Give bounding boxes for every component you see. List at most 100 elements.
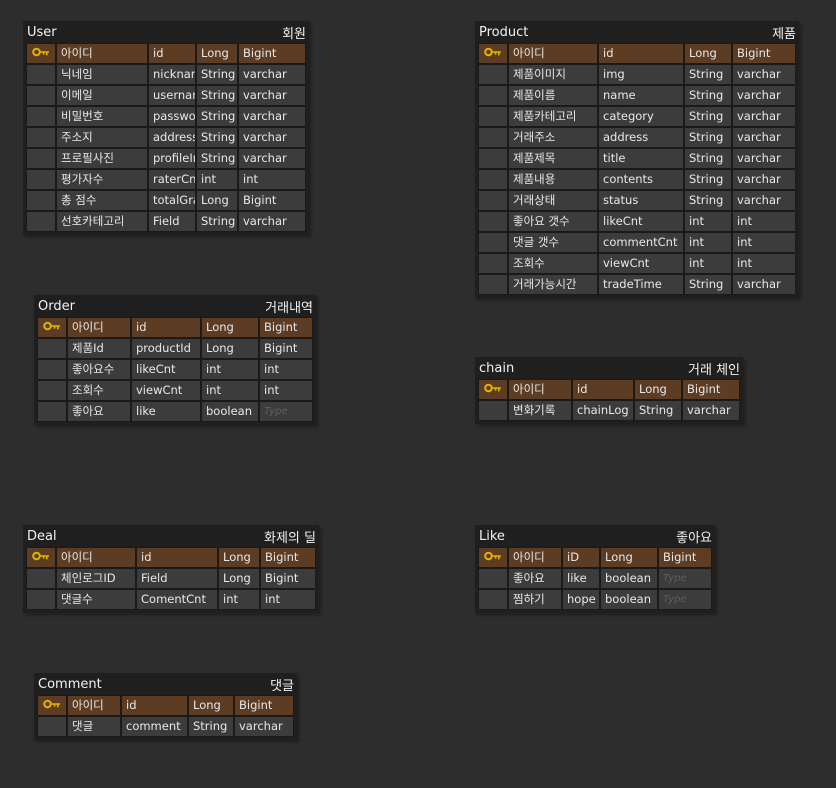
column-row[interactable]: 아이디 id Long Bigint <box>26 43 306 64</box>
table-product[interactable]: Product 제품 아이디 id Long Bigint 제품이미지 img String va… <box>475 21 799 298</box>
primary-key-icon-cell <box>478 379 508 400</box>
db-type: varchar <box>238 106 306 127</box>
column-row[interactable]: 제품제목 title String varchar <box>478 148 796 169</box>
table-label: 거래내역 <box>265 300 313 316</box>
column-row[interactable]: 평가자수raterCntintint <box>26 169 306 190</box>
key-cell <box>478 400 508 421</box>
column-row[interactable]: 제품카테고리 category String varchar <box>478 106 796 127</box>
column-row[interactable]: 아이디 id Long Bigint <box>37 695 294 716</box>
column-row[interactable]: 제품이름 name String varchar <box>478 85 796 106</box>
column-list: 아이디 id Long Bigint 변화기록 chainLog String varchar <box>475 379 743 424</box>
logical-name: 아이디 <box>56 43 148 64</box>
key-icon <box>484 548 502 567</box>
logical-name: 제품제목 <box>508 148 598 169</box>
column-row[interactable]: 이메일usernameStringvarchar <box>26 85 306 106</box>
table-header[interactable]: chain 거래 체인 <box>475 357 743 379</box>
primary-key-icon-cell <box>26 43 56 64</box>
column-row[interactable]: 거래상태 status String varchar <box>478 190 796 211</box>
logical-name: 제품카테고리 <box>508 106 598 127</box>
column-row[interactable]: 거래주소 address String varchar <box>478 127 796 148</box>
column-row[interactable]: 좋아요수 likeCnt int int <box>37 359 313 380</box>
db-type: varchar <box>238 148 306 169</box>
key-cell <box>478 190 508 211</box>
column-row[interactable]: 총 점수totalGradeLongBigint <box>26 190 306 211</box>
column-row[interactable]: 주소지 address String varchar <box>26 127 306 148</box>
field-name: img <box>598 64 684 85</box>
column-row[interactable]: 선호카테고리 Field String varchar <box>26 211 306 232</box>
key-cell <box>37 716 67 737</box>
logical-name: 제품이름 <box>508 85 598 106</box>
logical-name: 아이디 <box>508 43 598 64</box>
table-header[interactable]: User 회원 <box>23 21 309 43</box>
column-row[interactable]: 좋아요 갯수 likeCnt int int <box>478 211 796 232</box>
column-list: 아이디 id Long Bigint 댓글 comment String varchar <box>34 695 297 740</box>
column-row[interactable]: 조회수 viewCnt int int <box>37 380 313 401</box>
column-row[interactable]: 찜하기 hope boolean Type <box>478 589 712 610</box>
field-name: address <box>148 127 196 148</box>
column-row[interactable]: 댓글 갯수 commentCnt int int <box>478 232 796 253</box>
field-name: hope <box>562 589 600 610</box>
db-type: varchar <box>732 169 796 190</box>
column-row[interactable]: 거래가능시간 tradeTime String varchar <box>478 274 796 295</box>
db-type: varchar <box>732 106 796 127</box>
column-row[interactable]: 닉네임nicknameStringvarchar <box>26 64 306 85</box>
logical-name: 총 점수 <box>56 190 148 211</box>
field-name: category <box>598 106 684 127</box>
column-row[interactable]: 제품Id productId Long Bigint <box>37 338 313 359</box>
table-chain[interactable]: chain 거래 체인 아이디 id Long Bigint 변화기록 chainLog Str… <box>475 357 743 424</box>
column-row[interactable]: 제품내용 contents String varchar <box>478 169 796 190</box>
column-row[interactable]: 댓글수 ComentCnt int int <box>26 589 316 610</box>
field-name: likeCnt <box>131 359 201 380</box>
java-type: Long <box>201 317 259 338</box>
key-icon <box>32 548 50 567</box>
table-like[interactable]: Like 좋아요 아이디 iD Long Bigint 좋아요 like boolean Type… <box>475 525 715 613</box>
table-header[interactable]: Comment 댓글 <box>34 673 297 695</box>
key-icon <box>484 44 502 63</box>
db-type: Bigint <box>234 695 294 716</box>
java-type: Long <box>600 547 658 568</box>
logical-name: 좋아요 갯수 <box>508 211 598 232</box>
java-type: Long <box>684 43 732 64</box>
column-row[interactable]: 비밀번호passwordStringvarchar <box>26 106 306 127</box>
db-type: Bigint <box>259 338 313 359</box>
column-row[interactable]: 아이디 iD Long Bigint <box>478 547 712 568</box>
column-list: 아이디 id Long Bigint 제품이미지 img String varchar 제품이름… <box>475 43 799 298</box>
logical-name: 변화기록 <box>508 400 572 421</box>
field-name: id <box>131 317 201 338</box>
table-header[interactable]: Product 제품 <box>475 21 799 43</box>
java-type: int <box>218 589 260 610</box>
table-user[interactable]: User회원아이디idLongBigint닉네임nicknameStringva… <box>23 21 309 235</box>
column-row[interactable]: 아이디 id Long Bigint <box>478 379 740 400</box>
column-row[interactable]: 아이디 id Long Bigint <box>37 317 313 338</box>
db-type: varchar <box>732 274 796 295</box>
table-comment[interactable]: Comment 댓글 아이디 id Long Bigint 댓글 comment String v… <box>34 673 297 740</box>
db-type: varchar <box>732 127 796 148</box>
logical-name: 거래상태 <box>508 190 598 211</box>
table-header[interactable]: Order 거래내역 <box>34 295 316 317</box>
column-row[interactable]: 댓글 comment String varchar <box>37 716 294 737</box>
table-name: Like <box>479 528 505 544</box>
column-row[interactable]: 아이디 id Long Bigint <box>26 547 316 568</box>
table-deal[interactable]: Deal 화제의 딜 아이디 id Long Bigint 체인로그ID Field Long B… <box>23 525 319 613</box>
column-row[interactable]: 프로필사진profileImgStringvarchar <box>26 148 306 169</box>
column-row[interactable]: 좋아요 like boolean Type <box>37 401 313 422</box>
db-type: int <box>238 169 306 190</box>
db-type: varchar <box>234 716 294 737</box>
primary-key-icon-cell <box>478 43 508 64</box>
field-name: totalGrade <box>148 190 196 211</box>
column-row[interactable]: 체인로그ID Field Long Bigint <box>26 568 316 589</box>
table-header[interactable]: Deal 화제의 딜 <box>23 525 319 547</box>
java-type: int <box>201 380 259 401</box>
java-type: int <box>684 232 732 253</box>
table-order[interactable]: Order 거래내역 아이디 id Long Bigint 제품Id productId Lon… <box>34 295 316 425</box>
key-cell <box>37 338 67 359</box>
column-row[interactable]: 제품이미지 img String varchar <box>478 64 796 85</box>
logical-name: 비밀번호 <box>56 106 148 127</box>
field-name: viewCnt <box>131 380 201 401</box>
column-row[interactable]: 조회수 viewCnt int int <box>478 253 796 274</box>
field-name: iD <box>562 547 600 568</box>
column-row[interactable]: 변화기록 chainLog String varchar <box>478 400 740 421</box>
column-row[interactable]: 좋아요 like boolean Type <box>478 568 712 589</box>
table-header[interactable]: Like 좋아요 <box>475 525 715 547</box>
column-row[interactable]: 아이디 id Long Bigint <box>478 43 796 64</box>
